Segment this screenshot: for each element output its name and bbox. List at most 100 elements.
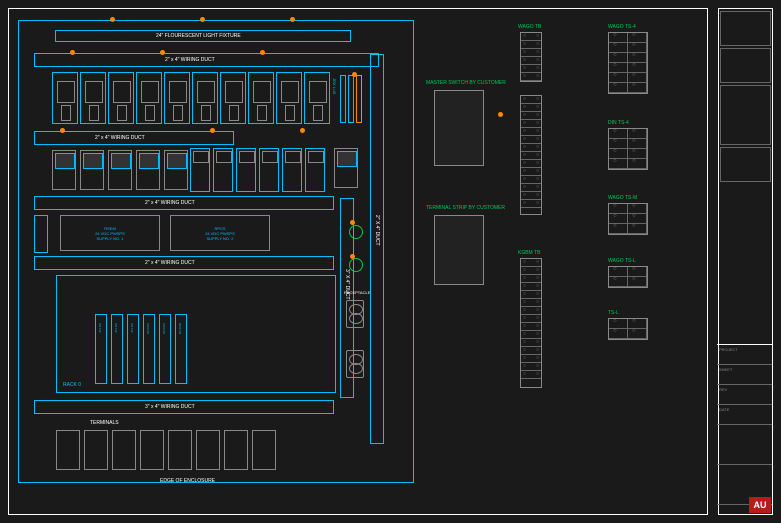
tb-label: REV: [717, 385, 772, 394]
panel-slot: [720, 11, 771, 46]
relay[interactable]: [52, 150, 76, 190]
contactor[interactable]: [236, 148, 256, 192]
terminal-strip[interactable]: [520, 95, 542, 215]
circuit-breaker[interactable]: [304, 72, 330, 124]
annotation-dot[interactable]: [110, 17, 115, 22]
terminal[interactable]: [56, 430, 80, 470]
annotation-dot[interactable]: [498, 112, 503, 117]
wiring-duct[interactable]: 2" x 4" WIRING DUCT: [34, 53, 379, 67]
relay[interactable]: [136, 150, 160, 190]
circuit-breaker[interactable]: [220, 72, 246, 124]
annotation-dot[interactable]: [290, 17, 295, 22]
annotation-dot[interactable]: [350, 254, 355, 259]
receptacle[interactable]: [346, 350, 364, 378]
circuit-breaker[interactable]: [164, 72, 190, 124]
annotation-dot[interactable]: [210, 128, 215, 133]
receptacle-label: RECEPTACLE: [344, 290, 370, 295]
duct-label: 2" x 4" WIRING DUCT: [145, 260, 195, 266]
annotation-dot[interactable]: [160, 50, 165, 55]
wiring-duct[interactable]: 2" x 4" WIRING DUCT: [34, 131, 234, 145]
annotation-dot[interactable]: [200, 17, 205, 22]
rack-label: RACK 0: [63, 382, 81, 388]
panel-slot: [720, 85, 771, 145]
terminal-strip[interactable]: [520, 258, 542, 388]
terminal[interactable]: [224, 430, 248, 470]
circuit-breaker[interactable]: [108, 72, 134, 124]
tb-label: DATE: [717, 405, 772, 414]
power-supply[interactable]: RPCS 24 VDC PWSPS SUPPLY NO. 2: [170, 215, 270, 251]
circuit-breaker[interactable]: [192, 72, 218, 124]
junction-box[interactable]: [434, 215, 484, 285]
io-card[interactable]: AI1732: [111, 314, 123, 384]
contactor[interactable]: [213, 148, 233, 192]
power-supply[interactable]: RSEM 24 VDC PWSPS SUPPLY NO. 1: [60, 215, 160, 251]
wiring-duct-v[interactable]: [34, 215, 48, 253]
terminal-block[interactable]: [608, 266, 648, 288]
terminal[interactable]: [112, 430, 136, 470]
plc-rack[interactable]: RACK 0 AI1732 AI1732 AI1732 AO1732 AO173…: [56, 275, 336, 393]
contactor[interactable]: [305, 148, 325, 192]
relay[interactable]: [108, 150, 132, 190]
terminal-block[interactable]: [608, 203, 648, 235]
card-label: AO1732: [146, 323, 150, 334]
relay[interactable]: [80, 150, 104, 190]
annotation-dot[interactable]: [260, 50, 265, 55]
io-card[interactable]: AI1732: [95, 314, 107, 384]
terminal-block[interactable]: [608, 318, 648, 340]
fuse-block[interactable]: [340, 75, 364, 123]
light-fixture[interactable]: 24" FLOURESCENT LIGHT FIXTURE: [55, 30, 351, 42]
contactor[interactable]: [259, 148, 279, 192]
annotation-dot[interactable]: [60, 128, 65, 133]
circuit-breaker[interactable]: [80, 72, 106, 124]
io-card[interactable]: DO1732: [175, 314, 187, 384]
jdx-label: JDX LUX: [332, 78, 337, 94]
terminal-block[interactable]: [608, 32, 648, 94]
circuit-breaker[interactable]: [276, 72, 302, 124]
autodesk-badge: AU: [749, 497, 771, 513]
ts-label: WAGO TB: [518, 24, 541, 30]
fuse[interactable]: [348, 75, 354, 123]
annotation-dot[interactable]: [352, 72, 357, 77]
wiring-duct[interactable]: 2" x 4" WIRING DUCT: [34, 256, 334, 270]
fuse[interactable]: [356, 75, 362, 123]
card-label: DO1732: [178, 323, 182, 334]
annotation-dot[interactable]: [70, 50, 75, 55]
receptacle[interactable]: [346, 300, 364, 328]
terminal[interactable]: [168, 430, 192, 470]
device[interactable]: [334, 148, 358, 188]
ts-label: KGBM TB: [518, 250, 540, 256]
circuit-breaker[interactable]: [248, 72, 274, 124]
switch-icon[interactable]: [349, 225, 363, 239]
switch-icon[interactable]: [349, 258, 363, 272]
terminal-row: [56, 430, 276, 470]
terminal-strip[interactable]: [520, 32, 542, 82]
junction-box[interactable]: [434, 90, 484, 166]
annotation-dot[interactable]: [350, 220, 355, 225]
cad-canvas[interactable]: PROJECT SHEET REV DATE 24" FLOURESCENT L…: [0, 0, 781, 523]
circuit-breaker[interactable]: [136, 72, 162, 124]
stb-label: TS-L: [608, 310, 619, 316]
card-row: AI1732 AI1732 AI1732 AO1732 AO1732 DO173…: [95, 314, 187, 384]
io-card[interactable]: AO1732: [159, 314, 171, 384]
fuse[interactable]: [340, 75, 346, 123]
terminal[interactable]: [84, 430, 108, 470]
relay[interactable]: [164, 150, 188, 190]
ps-sub: SUPPLY NO. 1: [97, 236, 124, 241]
stb-label: DIN TS-4: [608, 120, 629, 126]
io-card[interactable]: AO1732: [143, 314, 155, 384]
annotation-dot[interactable]: [300, 128, 305, 133]
wiring-duct-v[interactable]: 2" X 4" DUCT: [370, 54, 384, 444]
contactor[interactable]: [190, 148, 210, 192]
circuit-breaker[interactable]: [52, 72, 78, 124]
io-card[interactable]: AI1732: [127, 314, 139, 384]
contactor[interactable]: [282, 148, 302, 192]
wiring-duct[interactable]: 2" x 4" WIRING DUCT: [34, 196, 334, 210]
wiring-duct[interactable]: 3" x 4" WIRING DUCT: [34, 400, 334, 414]
card-label: AI1732: [98, 323, 102, 333]
terminal[interactable]: [140, 430, 164, 470]
ps-sub: SUPPLY NO. 2: [207, 236, 234, 241]
terminal[interactable]: [252, 430, 276, 470]
tb-label: SHEET: [717, 365, 772, 374]
terminal[interactable]: [196, 430, 220, 470]
terminal-block[interactable]: [608, 128, 648, 170]
